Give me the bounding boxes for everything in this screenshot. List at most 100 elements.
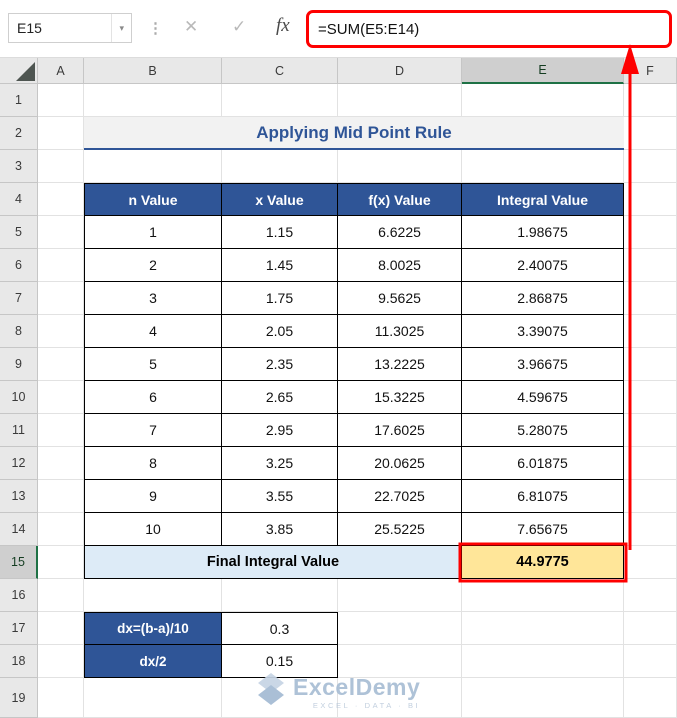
row-header-7[interactable]: 7 bbox=[0, 282, 38, 315]
cell-D5[interactable]: 6.6225 bbox=[338, 216, 462, 249]
cell-C4[interactable]: x Value bbox=[222, 183, 338, 216]
cell-A3[interactable] bbox=[38, 150, 84, 183]
name-box[interactable]: E15 ▾ bbox=[8, 13, 132, 43]
cell-A9[interactable] bbox=[38, 348, 84, 381]
cell-B15[interactable]: Final Integral Value bbox=[84, 546, 462, 579]
cell-B17[interactable]: dx=(b-a)/10 bbox=[84, 612, 222, 645]
row-header-17[interactable]: 17 bbox=[0, 612, 38, 645]
cell-E16[interactable] bbox=[462, 579, 624, 612]
cell-B1[interactable] bbox=[84, 84, 222, 117]
cell-E12[interactable]: 6.01875 bbox=[462, 447, 624, 480]
cancel-icon[interactable]: ✕ bbox=[184, 17, 198, 37]
column-header-A[interactable]: A bbox=[38, 58, 84, 84]
cell-F15[interactable] bbox=[624, 546, 677, 579]
cell-F9[interactable] bbox=[624, 348, 677, 381]
cell-B4[interactable]: n Value bbox=[84, 183, 222, 216]
cell-F17[interactable] bbox=[624, 612, 677, 645]
cell-F11[interactable] bbox=[624, 414, 677, 447]
select-all-button[interactable] bbox=[0, 58, 38, 84]
cell-C8[interactable]: 2.05 bbox=[222, 315, 338, 348]
cell-B7[interactable]: 3 bbox=[84, 282, 222, 315]
cell-A11[interactable] bbox=[38, 414, 84, 447]
cell-E6[interactable]: 2.40075 bbox=[462, 249, 624, 282]
cell-A16[interactable] bbox=[38, 579, 84, 612]
column-header-E[interactable]: E bbox=[462, 58, 624, 84]
cell-F10[interactable] bbox=[624, 381, 677, 414]
cell-A7[interactable] bbox=[38, 282, 84, 315]
row-header-2[interactable]: 2 bbox=[0, 117, 38, 150]
row-header-16[interactable]: 16 bbox=[0, 579, 38, 612]
cell-B9[interactable]: 5 bbox=[84, 348, 222, 381]
row-header-19[interactable]: 19 bbox=[0, 678, 38, 718]
cell-D17[interactable] bbox=[338, 612, 462, 645]
cell-F2[interactable] bbox=[624, 117, 677, 150]
cell-E9[interactable]: 3.96675 bbox=[462, 348, 624, 381]
cell-B10[interactable]: 6 bbox=[84, 381, 222, 414]
cell-B11[interactable]: 7 bbox=[84, 414, 222, 447]
cell-C9[interactable]: 2.35 bbox=[222, 348, 338, 381]
cell-D19[interactable] bbox=[338, 678, 462, 718]
cell-A12[interactable] bbox=[38, 447, 84, 480]
row-header-10[interactable]: 10 bbox=[0, 381, 38, 414]
cell-F5[interactable] bbox=[624, 216, 677, 249]
cell-A2[interactable] bbox=[38, 117, 84, 150]
cell-B12[interactable]: 8 bbox=[84, 447, 222, 480]
cell-E15[interactable]: 44.9775 bbox=[462, 546, 624, 579]
cell-F16[interactable] bbox=[624, 579, 677, 612]
row-header-5[interactable]: 5 bbox=[0, 216, 38, 249]
cell-A1[interactable] bbox=[38, 84, 84, 117]
cell-D14[interactable]: 25.5225 bbox=[338, 513, 462, 546]
cell-D3[interactable] bbox=[338, 150, 462, 183]
cell-C10[interactable]: 2.65 bbox=[222, 381, 338, 414]
cell-F1[interactable] bbox=[624, 84, 677, 117]
column-header-C[interactable]: C bbox=[222, 58, 338, 84]
cell-A6[interactable] bbox=[38, 249, 84, 282]
cell-B8[interactable]: 4 bbox=[84, 315, 222, 348]
cell-E19[interactable] bbox=[462, 678, 624, 718]
cell-A14[interactable] bbox=[38, 513, 84, 546]
cell-E1[interactable] bbox=[462, 84, 624, 117]
cell-D7[interactable]: 9.5625 bbox=[338, 282, 462, 315]
cell-F13[interactable] bbox=[624, 480, 677, 513]
cell-A8[interactable] bbox=[38, 315, 84, 348]
cell-F12[interactable] bbox=[624, 447, 677, 480]
cell-A19[interactable] bbox=[38, 678, 84, 718]
cell-A15[interactable] bbox=[38, 546, 84, 579]
cell-F8[interactable] bbox=[624, 315, 677, 348]
column-header-D[interactable]: D bbox=[338, 58, 462, 84]
row-header-1[interactable]: 1 bbox=[0, 84, 38, 117]
cell-C5[interactable]: 1.15 bbox=[222, 216, 338, 249]
cell-C6[interactable]: 1.45 bbox=[222, 249, 338, 282]
cell-F18[interactable] bbox=[624, 645, 677, 678]
cell-D10[interactable]: 15.3225 bbox=[338, 381, 462, 414]
cell-A5[interactable] bbox=[38, 216, 84, 249]
cell-E7[interactable]: 2.86875 bbox=[462, 282, 624, 315]
cell-A18[interactable] bbox=[38, 645, 84, 678]
cell-D4[interactable]: f(x) Value bbox=[338, 183, 462, 216]
cell-D12[interactable]: 20.0625 bbox=[338, 447, 462, 480]
cell-C7[interactable]: 1.75 bbox=[222, 282, 338, 315]
cell-C18[interactable]: 0.15 bbox=[222, 645, 338, 678]
cell-F14[interactable] bbox=[624, 513, 677, 546]
cell-A10[interactable] bbox=[38, 381, 84, 414]
column-header-B[interactable]: B bbox=[84, 58, 222, 84]
cell-E17[interactable] bbox=[462, 612, 624, 645]
cell-E8[interactable]: 3.39075 bbox=[462, 315, 624, 348]
cell-E14[interactable]: 7.65675 bbox=[462, 513, 624, 546]
cell-D16[interactable] bbox=[338, 579, 462, 612]
cell-B16[interactable] bbox=[84, 579, 222, 612]
cell-C13[interactable]: 3.55 bbox=[222, 480, 338, 513]
cell-B14[interactable]: 10 bbox=[84, 513, 222, 546]
cell-F7[interactable] bbox=[624, 282, 677, 315]
cell-D8[interactable]: 11.3025 bbox=[338, 315, 462, 348]
column-header-F[interactable]: F bbox=[624, 58, 677, 84]
cell-D1[interactable] bbox=[338, 84, 462, 117]
row-header-8[interactable]: 8 bbox=[0, 315, 38, 348]
cell-C3[interactable] bbox=[222, 150, 338, 183]
cell-C1[interactable] bbox=[222, 84, 338, 117]
cell-E3[interactable] bbox=[462, 150, 624, 183]
cell-E5[interactable]: 1.98675 bbox=[462, 216, 624, 249]
cell-E4[interactable]: Integral Value bbox=[462, 183, 624, 216]
cell-B6[interactable]: 2 bbox=[84, 249, 222, 282]
cell-D9[interactable]: 13.2225 bbox=[338, 348, 462, 381]
